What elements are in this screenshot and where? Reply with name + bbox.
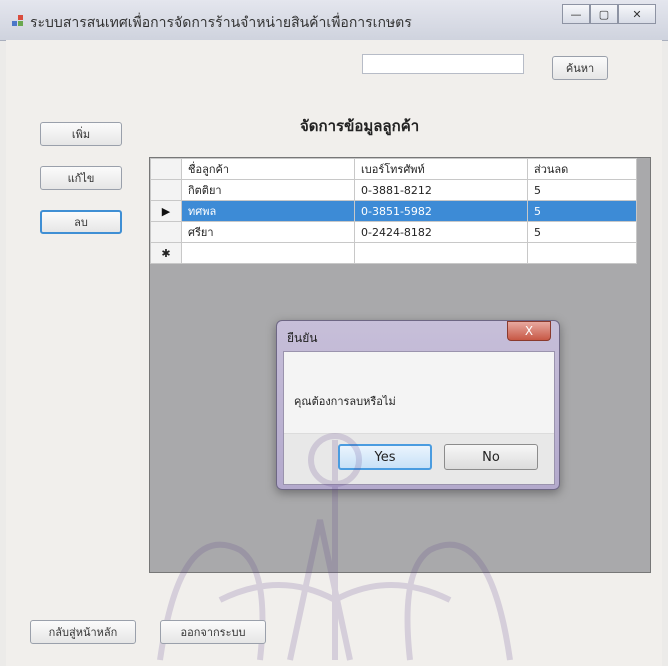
page-title: จัดการข้อมูลลูกค้า (300, 117, 420, 135)
customer-table: ชื่อลูกค้า เบอร์โทรศัพท์ ส่วนลด กิตติยา … (150, 158, 637, 264)
cell-discount[interactable]: 5 (527, 200, 637, 222)
window-controls: — ▢ ✕ (562, 4, 656, 24)
cell-phone[interactable]: 0-3851-5982 (354, 200, 528, 222)
cell-phone[interactable]: 0-3881-8212 (354, 179, 528, 201)
cell-phone[interactable] (354, 242, 528, 264)
search-button[interactable]: ค้นหา (552, 56, 608, 80)
window-title: ระบบสารสนเทศเพื่อการจัดการร้านจำหน่ายสิน… (30, 15, 412, 31)
new-row-icon[interactable]: ✱ (150, 242, 182, 264)
table-row-selected[interactable]: ▶ ทศพล 0-3851-5982 5 (150, 200, 637, 222)
edit-button[interactable]: แก้ไข (40, 166, 122, 190)
row-indicator[interactable] (150, 179, 182, 201)
corner-cell (150, 158, 182, 180)
delete-button[interactable]: ลบ (40, 210, 122, 234)
cell-name[interactable]: ศรียา (181, 221, 355, 243)
cell-discount[interactable]: 5 (527, 179, 637, 201)
column-header-name[interactable]: ชื่อลูกค้า (181, 158, 355, 180)
cell-discount[interactable] (527, 242, 637, 264)
dialog-title: ยืนยัน (287, 331, 318, 345)
app-icon (12, 15, 23, 26)
new-row[interactable]: ✱ (150, 242, 637, 264)
add-button[interactable]: เพิ่ม (40, 122, 122, 146)
table-header-row: ชื่อลูกค้า เบอร์โทรศัพท์ ส่วนลด (150, 158, 637, 180)
dialog-close-icon[interactable]: X (507, 321, 551, 341)
row-indicator[interactable]: ▶ (150, 200, 182, 222)
cell-discount[interactable]: 5 (527, 221, 637, 243)
close-icon[interactable]: ✕ (618, 4, 656, 24)
home-button[interactable]: กลับสู่หน้าหลัก (30, 620, 136, 644)
title-bar: ระบบสารสนเทศเพื่อการจัดการร้านจำหน่ายสิน… (0, 0, 668, 41)
column-header-phone[interactable]: เบอร์โทรศัพท์ (354, 158, 528, 180)
row-indicator[interactable] (150, 221, 182, 243)
minimize-icon[interactable]: — (562, 4, 590, 24)
column-header-discount[interactable]: ส่วนลด (527, 158, 637, 180)
cell-name[interactable] (181, 242, 355, 264)
main-window: ระบบสารสนเทศเพื่อการจัดการร้านจำหน่ายสิน… (0, 0, 668, 666)
table-row[interactable]: ศรียา 0-2424-8182 5 (150, 221, 637, 243)
maximize-icon[interactable]: ▢ (590, 4, 618, 24)
search-input[interactable] (362, 54, 524, 74)
cell-name[interactable]: กิตติยา (181, 179, 355, 201)
logout-button[interactable]: ออกจากระบบ (160, 620, 266, 644)
cell-phone[interactable]: 0-2424-8182 (354, 221, 528, 243)
table-row[interactable]: กิตติยา 0-3881-8212 5 (150, 179, 637, 201)
cell-name[interactable]: ทศพล (181, 200, 355, 222)
